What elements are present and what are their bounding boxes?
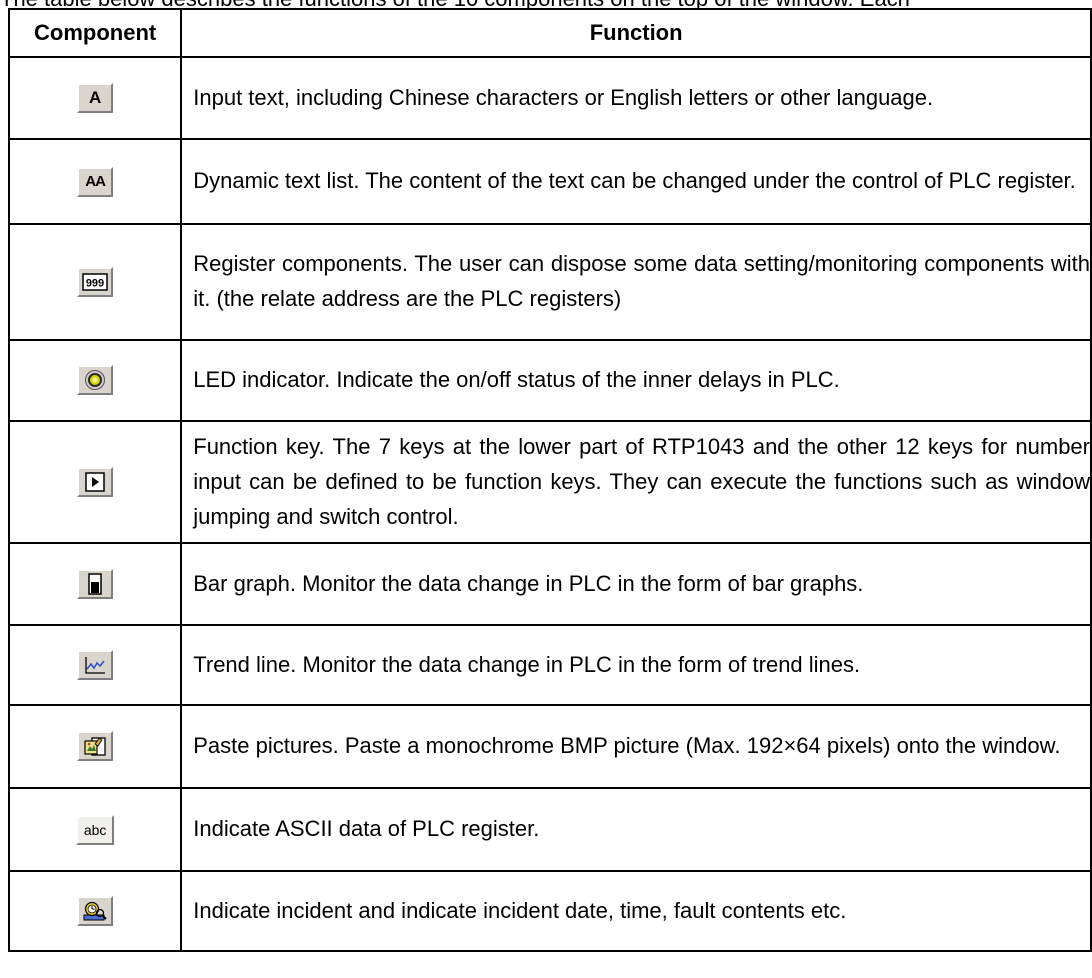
function-text: Bar graph. Monitor the data change in PL… <box>193 570 864 596</box>
text-A-icon: A <box>77 83 114 113</box>
function-key-icon <box>77 467 114 497</box>
dynamic-text-AA-icon: AA <box>77 166 114 197</box>
function-text: Trend line. Monitor the data change in P… <box>193 651 861 677</box>
function-text: LED indicator. Indicate the on/off statu… <box>193 367 840 392</box>
table-row: Paste pictures. Paste a monochrome BMP p… <box>7 704 1092 789</box>
table-row: Indicate incident and indicate incident … <box>7 870 1092 952</box>
header-component: Component <box>7 8 183 58</box>
bar-graph-icon <box>77 568 114 599</box>
components-table: Component Function A Input text, includi… <box>7 8 1092 952</box>
trend-line-icon <box>77 650 114 680</box>
function-text: Register components. The user can dispos… <box>193 251 1090 311</box>
function-text: Paste pictures. Paste a monochrome BMP p… <box>193 733 1061 758</box>
table-row: AA Dynamic text list. The content of the… <box>7 138 1092 225</box>
ascii-abc-icon: abc <box>76 814 115 845</box>
table-header-row: Component Function <box>7 8 1092 58</box>
function-text: Indicate ASCII data of PLC register. <box>193 816 540 841</box>
paste-picture-icon <box>77 731 114 761</box>
table-row: Trend line. Monitor the data change in P… <box>7 624 1092 706</box>
function-text: Input text, including Chinese characters… <box>193 84 934 110</box>
table-row: A Input text, including Chinese characte… <box>7 56 1092 140</box>
table-row: LED indicator. Indicate the on/off statu… <box>7 339 1092 422</box>
incident-icon <box>77 895 114 926</box>
led-indicator-icon <box>77 365 114 395</box>
register-999-label: 999 <box>86 278 104 290</box>
table-row: abc Indicate ASCII data of PLC register. <box>7 787 1092 872</box>
table-row: 999 Register components. The user can di… <box>7 223 1092 341</box>
function-text: Function key. The 7 keys at the lower pa… <box>193 433 1090 529</box>
table-row: Function key. The 7 keys at the lower pa… <box>7 420 1092 544</box>
table-row: Bar graph. Monitor the data change in PL… <box>7 542 1092 626</box>
header-function: Function <box>180 8 1092 58</box>
function-text: Indicate incident and indicate incident … <box>193 897 847 923</box>
function-text: Dynamic text list. The content of the te… <box>193 168 1076 193</box>
register-999-icon: 999 <box>77 267 114 297</box>
